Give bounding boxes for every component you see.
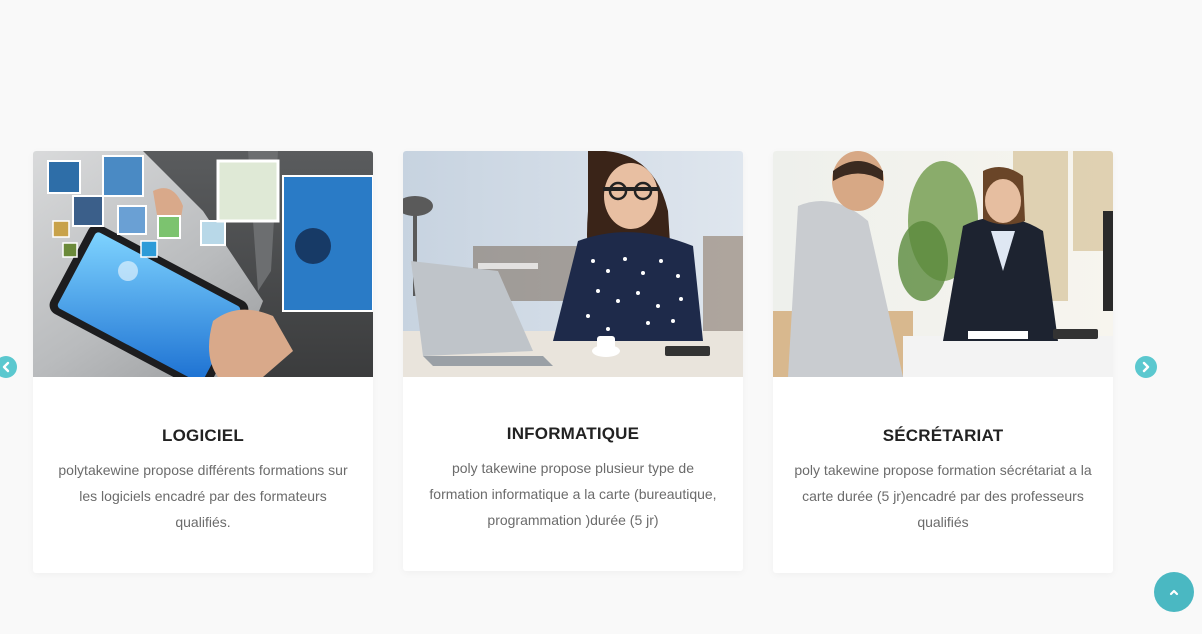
- chevron-left-icon: [2, 361, 10, 373]
- service-card-logiciel[interactable]: LOGICIEL polytakewine propose différents…: [33, 151, 373, 573]
- tablet-cubes-image: [33, 151, 373, 377]
- card-title: SÉCRÉTARIAT: [882, 426, 1004, 445]
- chevron-right-icon: [1142, 361, 1150, 373]
- service-card-secretariat[interactable]: SÉCRÉTARIAT poly takewine propose format…: [773, 151, 1113, 573]
- chevron-up-icon: [1169, 589, 1179, 596]
- carousel-next-button[interactable]: [1135, 356, 1157, 378]
- card-title: INFORMATIQUE: [506, 424, 640, 443]
- card-description: polytakewine propose différents formatio…: [58, 462, 348, 530]
- card-description: poly takewine propose plusieur type de f…: [429, 460, 717, 528]
- card-title: LOGICIEL: [162, 426, 244, 445]
- carousel-prev-button[interactable]: [0, 356, 17, 378]
- service-card-informatique[interactable]: INFORMATIQUE poly takewine propose plusi…: [403, 151, 743, 571]
- services-carousel: LOGICIEL polytakewine propose différents…: [0, 0, 1202, 634]
- woman-laptop-image: [403, 151, 743, 377]
- back-to-top-button[interactable]: [1154, 572, 1194, 612]
- office-meeting-image: [773, 151, 1113, 377]
- card-description: poly takewine propose formation sécrétar…: [794, 462, 1092, 530]
